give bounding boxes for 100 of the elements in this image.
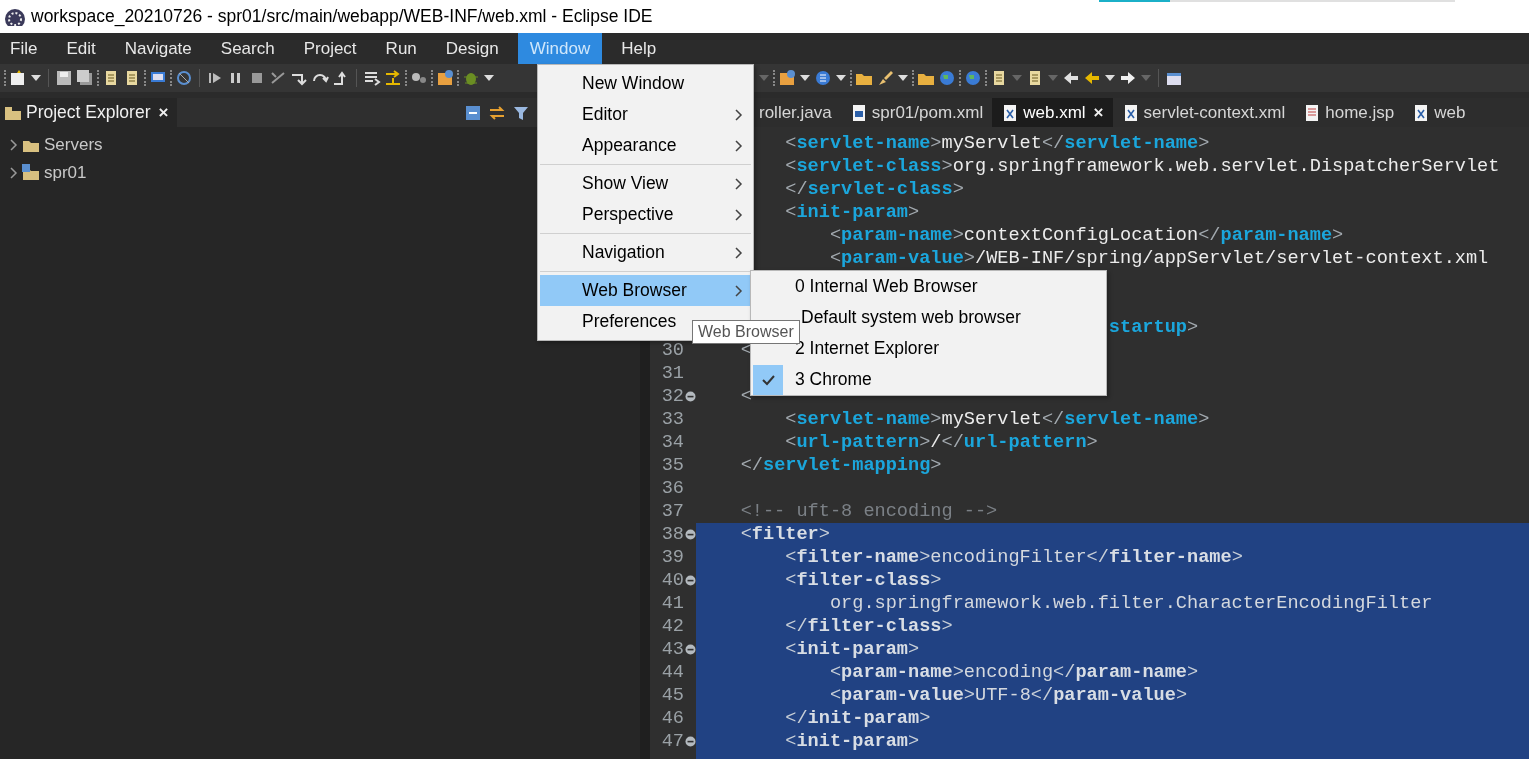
list-icon[interactable] xyxy=(363,69,381,87)
code-line: </servlet-class> xyxy=(785,179,964,200)
code-line: <servlet-name>myServlet</servlet-name> xyxy=(785,133,1210,154)
menu-item[interactable]: Design xyxy=(435,33,509,64)
code-line: <!-- uft-8 encoding --> xyxy=(740,501,998,522)
line-number: 45 xyxy=(660,685,684,706)
menu-item[interactable]: File xyxy=(0,33,48,64)
chevron-right-icon[interactable] xyxy=(733,245,743,260)
line-number: 32 xyxy=(660,386,684,407)
chevron-right-icon[interactable] xyxy=(733,107,743,122)
code-line: <param-name>encoding</param-name> xyxy=(829,662,1199,683)
editor-tab[interactable]: spr01/pom.xml xyxy=(840,98,993,127)
close-icon[interactable]: × xyxy=(1093,102,1104,123)
tree-item[interactable]: spr01 xyxy=(44,163,87,183)
line-number: 34 xyxy=(660,432,684,453)
new-file-icon[interactable] xyxy=(9,69,27,87)
menu-item[interactable]: Navigate xyxy=(114,33,202,64)
code-line: startup> xyxy=(1108,317,1199,338)
line-number: 47 xyxy=(660,731,684,752)
code-line: <servlet-class>org.springframework.web.servlet.DispatcherServlet xyxy=(785,156,1500,177)
code-line: <param-name>contextConfigLocation</param-name> xyxy=(829,225,1344,246)
code-line: org.springframework.web.filter.CharacterEncodingFilter xyxy=(829,593,1433,614)
line-number: 46 xyxy=(660,708,684,729)
menu-item[interactable]: Help xyxy=(611,33,667,64)
save-all-icon[interactable] xyxy=(76,69,94,87)
collapse-icon[interactable] xyxy=(464,103,482,122)
line-number: 35 xyxy=(660,455,684,476)
save-icon[interactable] xyxy=(55,69,73,87)
fold-icon[interactable] xyxy=(684,736,696,747)
line-number: 39 xyxy=(660,547,684,568)
code-line: </servlet-mapping> xyxy=(740,455,942,476)
code-line: <servlet-name>myServlet</servlet-name> xyxy=(785,409,1210,430)
line-number: 43 xyxy=(660,639,684,660)
window-title: workspace_20210726 - spr01/src/main/webapp/WEB-INF/web.xml - Eclipse IDE xyxy=(31,6,653,27)
arrow-right-icon[interactable] xyxy=(1119,69,1137,87)
tree-item[interactable]: Servers xyxy=(44,135,103,155)
line-number: 33 xyxy=(660,409,684,430)
line-number: 36 xyxy=(660,478,684,499)
editor-tab[interactable]: web xyxy=(1403,98,1475,127)
fold-icon[interactable] xyxy=(684,575,696,586)
line-number: 44 xyxy=(660,662,684,683)
code-line: </filter-class> xyxy=(785,616,953,637)
brush-icon[interactable] xyxy=(876,69,894,87)
chevron-right-icon[interactable] xyxy=(733,283,743,298)
line-number: 42 xyxy=(660,616,684,637)
arrow-left-icon[interactable] xyxy=(1062,69,1080,87)
menu-item[interactable]: Project xyxy=(293,33,367,64)
arrow-left-icon[interactable] xyxy=(1083,69,1101,87)
line-number: 37 xyxy=(660,501,684,522)
menu-option[interactable]: 0 Internal Web Browser xyxy=(751,271,1106,302)
menu-item[interactable]: Edit xyxy=(56,33,106,64)
fold-icon[interactable] xyxy=(684,391,696,402)
menu-item[interactable]: Search xyxy=(210,33,285,64)
view-title: Project Explorer xyxy=(26,102,151,123)
logo-icon xyxy=(4,7,26,26)
menu-option[interactable]: Web Browser xyxy=(540,275,751,306)
chevron-icon[interactable] xyxy=(8,166,18,180)
code-line: <filter> xyxy=(740,524,830,545)
line-number: 41 xyxy=(660,593,684,614)
editor-tab[interactable]: roller.java xyxy=(750,98,841,127)
code-line: <init-param> xyxy=(785,202,920,223)
view-tab[interactable]: Project Explorer × xyxy=(0,98,177,127)
menu-option[interactable]: Editor xyxy=(540,99,751,130)
chevron-right-icon[interactable] xyxy=(733,176,743,191)
code-line: <init-param> xyxy=(785,639,920,660)
close-icon[interactable]: × xyxy=(158,102,169,123)
globe-icon[interactable] xyxy=(814,69,832,87)
menu-item[interactable]: Run xyxy=(375,33,427,64)
code-line: <param-value>UTF-8</param-value> xyxy=(829,685,1188,706)
line-number: 40 xyxy=(660,570,684,591)
project-icon xyxy=(22,164,40,182)
line-number: 38 xyxy=(660,524,684,545)
menu-option[interactable]: New Window xyxy=(540,68,751,99)
menu-option[interactable]: Show View xyxy=(540,168,751,199)
menu-option[interactable]: 3 Chrome xyxy=(751,364,1106,395)
menu-option[interactable]: Navigation xyxy=(540,237,751,268)
chevron-icon[interactable] xyxy=(8,138,18,152)
tooltip: Web Browser xyxy=(692,320,800,344)
editor-tab[interactable]: web.xml × xyxy=(992,98,1113,127)
code-line: <param-value>/WEB-INF/spring/appServlet/servlet-context.xml xyxy=(829,248,1489,269)
globe-icon[interactable] xyxy=(964,69,982,87)
code-line: <filter-name>encodingFilter</filter-name> xyxy=(785,547,1243,568)
menu-option[interactable]: Appearance xyxy=(540,130,751,161)
code-line: < xyxy=(740,386,752,407)
menu-option[interactable]: Perspective xyxy=(540,199,751,230)
globe-icon[interactable] xyxy=(938,69,956,87)
connector-icon[interactable] xyxy=(269,69,287,87)
arrow-icon[interactable] xyxy=(384,69,402,87)
code-line: <filter-class> xyxy=(785,570,942,591)
link-icon[interactable] xyxy=(488,103,506,122)
code-line: <url-pattern>/</url-pattern> xyxy=(785,432,1098,453)
chevron-right-icon[interactable] xyxy=(733,138,743,153)
fold-icon[interactable] xyxy=(684,529,696,540)
editor-tab[interactable]: home.jsp xyxy=(1294,98,1404,127)
chevron-right-icon[interactable] xyxy=(733,207,743,222)
line-number: 30 xyxy=(660,340,684,361)
editor-tab[interactable]: servlet-context.xml xyxy=(1112,98,1295,127)
line-number: 31 xyxy=(660,363,684,384)
fold-icon[interactable] xyxy=(684,644,696,655)
code-line: <init-param> xyxy=(785,731,920,752)
